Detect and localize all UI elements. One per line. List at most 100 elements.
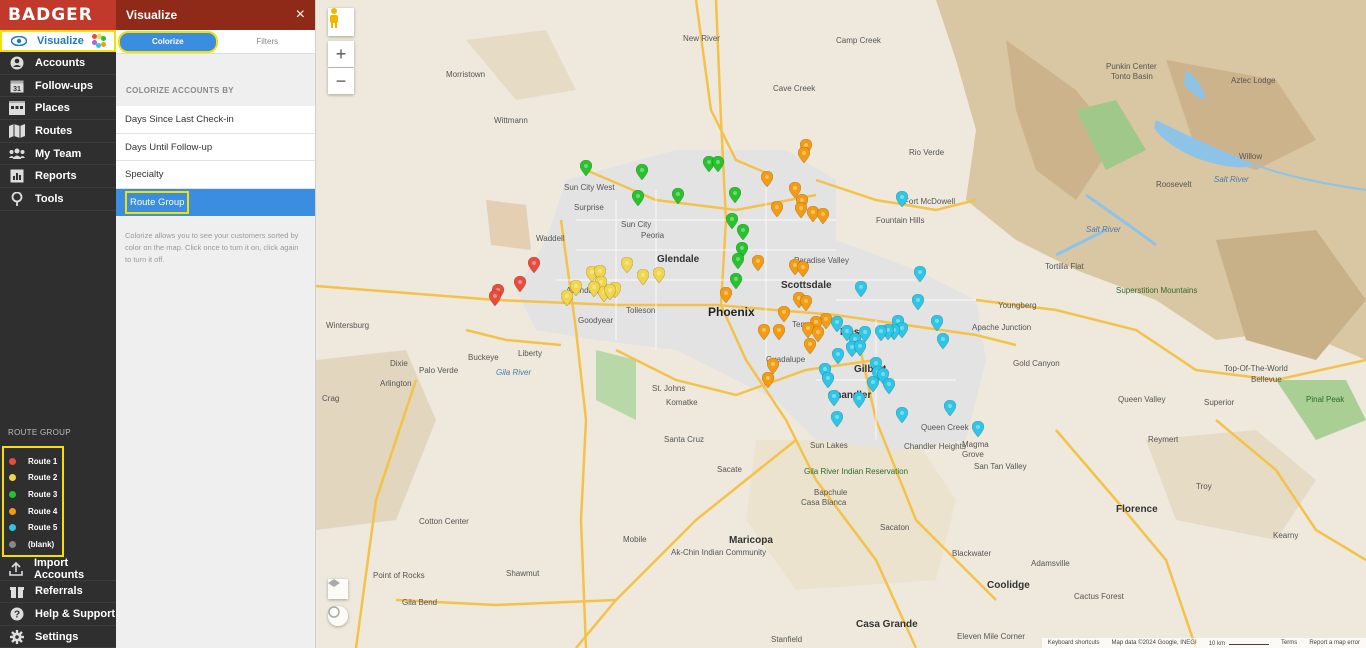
keyboard-shortcuts-link[interactable]: Keyboard shortcuts: [1048, 640, 1100, 646]
nav-item-label: Tools: [35, 192, 64, 205]
account-map-pin[interactable]: [798, 147, 810, 163]
colorize-option-route-group[interactable]: Route Group: [116, 188, 315, 216]
map-place-label: Pinal Peak: [1306, 395, 1345, 404]
terms-link[interactable]: Terms: [1281, 640, 1297, 646]
map-place-label: Wittmann: [494, 116, 528, 125]
nav-item-import-accounts[interactable]: Import Accounts: [0, 557, 116, 581]
account-map-pin[interactable]: [752, 255, 764, 271]
account-map-pin[interactable]: [712, 156, 724, 172]
account-map-pin[interactable]: [855, 281, 867, 297]
account-map-pin[interactable]: [896, 407, 908, 423]
map-place-label: Surprise: [574, 203, 604, 212]
map-place-label: Buckeye: [468, 353, 499, 362]
zoom-in-button[interactable]: +: [328, 41, 354, 67]
map-place-label: Cave Creek: [773, 84, 816, 93]
legend-item[interactable]: (blank): [4, 536, 62, 553]
legend-item[interactable]: Route 5: [4, 519, 62, 536]
account-map-pin[interactable]: [514, 276, 526, 292]
layers-icon[interactable]: [328, 579, 348, 599]
map-place-label: San Tan Valley: [974, 462, 1027, 471]
account-map-pin[interactable]: [854, 340, 866, 356]
account-map-pin[interactable]: [912, 294, 924, 310]
account-map-pin[interactable]: [804, 338, 816, 354]
account-map-pin[interactable]: [817, 208, 829, 224]
nav-item-accounts[interactable]: Accounts: [0, 52, 116, 75]
account-map-pin[interactable]: [761, 171, 773, 187]
nav-item-referrals[interactable]: Referrals: [0, 581, 116, 604]
account-map-pin[interactable]: [797, 261, 809, 277]
account-map-pin[interactable]: [771, 201, 783, 217]
street-view-pegman-icon[interactable]: [328, 8, 354, 36]
colorize-option-specialty[interactable]: Specialty: [116, 161, 315, 189]
map-icon: [8, 123, 26, 138]
account-map-pin[interactable]: [867, 376, 879, 392]
report-map-error-link[interactable]: Report a map error: [1309, 640, 1360, 646]
account-map-pin[interactable]: [732, 253, 744, 269]
account-map-pin[interactable]: [580, 160, 592, 176]
account-map-pin[interactable]: [931, 315, 943, 331]
location-icon[interactable]: [328, 606, 348, 626]
colorize-option-days-until-follow-up[interactable]: Days Until Follow-up: [116, 134, 315, 161]
account-map-pin[interactable]: [937, 333, 949, 349]
account-map-pin[interactable]: [720, 287, 732, 303]
account-map-pin[interactable]: [944, 400, 956, 416]
account-map-pin[interactable]: [778, 306, 790, 322]
nav-item-follow-ups[interactable]: 31 Follow-ups: [0, 75, 116, 98]
help-icon: ?: [8, 607, 26, 621]
nav-item-routes[interactable]: Routes: [0, 120, 116, 143]
tab-colorize[interactable]: Colorize: [118, 30, 218, 53]
account-map-pin[interactable]: [832, 348, 844, 364]
account-map-pin[interactable]: [800, 295, 812, 311]
zoom-out-button[interactable]: −: [328, 68, 354, 94]
legend-item[interactable]: Route 2: [4, 470, 62, 487]
account-map-pin[interactable]: [672, 188, 684, 204]
legend-item[interactable]: Route 1: [4, 453, 62, 470]
account-map-pin[interactable]: [561, 290, 573, 306]
account-map-pin[interactable]: [914, 266, 926, 282]
nav-item-visualize[interactable]: Visualize: [0, 30, 116, 52]
legend-label: Route 5: [28, 523, 58, 533]
account-map-pin[interactable]: [758, 324, 770, 340]
map-place-label: Palo Verde: [419, 366, 459, 375]
account-map-pin[interactable]: [883, 378, 895, 394]
account-map-pin[interactable]: [653, 267, 665, 283]
account-map-pin[interactable]: [828, 390, 840, 406]
account-map-pin[interactable]: [489, 290, 501, 306]
account-map-pin[interactable]: [972, 421, 984, 437]
map-place-label: Magma: [962, 440, 989, 449]
map-place-label: Waddell: [536, 234, 565, 243]
gift-icon: [8, 584, 26, 599]
account-map-pin[interactable]: [636, 164, 648, 180]
account-map-pin[interactable]: [588, 281, 600, 297]
account-map-pin[interactable]: [853, 392, 865, 408]
map-place-label: Eleven Mile Corner: [957, 632, 1026, 641]
account-map-pin[interactable]: [637, 269, 649, 285]
account-map-pin[interactable]: [528, 257, 540, 273]
account-map-pin[interactable]: [729, 187, 741, 203]
account-map-pin[interactable]: [773, 324, 785, 340]
account-map-pin[interactable]: [896, 191, 908, 207]
map-scale[interactable]: 10 km: [1209, 639, 1269, 647]
account-map-pin[interactable]: [762, 372, 774, 388]
badger-logo[interactable]: BADGER: [0, 0, 116, 30]
nav-item-places[interactable]: Places: [0, 97, 116, 121]
account-map-pin[interactable]: [737, 224, 749, 240]
account-map-pin[interactable]: [875, 325, 887, 341]
legend-item[interactable]: Route 4: [4, 503, 62, 520]
account-map-pin[interactable]: [604, 284, 616, 300]
account-map-pin[interactable]: [831, 411, 843, 427]
nav-item-reports[interactable]: Reports: [0, 165, 116, 189]
account-map-pin[interactable]: [822, 372, 834, 388]
close-icon[interactable]: ×: [296, 6, 305, 24]
map-canvas[interactable]: New River Camp Creek Morristown Punkin Cent…: [316, 0, 1366, 648]
tab-filters[interactable]: Filters: [220, 31, 316, 53]
nav-item-help-support[interactable]: ? Help & Support: [0, 603, 116, 626]
account-map-pin[interactable]: [632, 190, 644, 206]
nav-item-my-team[interactable]: My Team: [0, 143, 116, 166]
account-map-pin[interactable]: [621, 257, 633, 273]
colorize-option-days-since-last-check-in[interactable]: Days Since Last Check-in: [116, 106, 315, 134]
account-map-pin[interactable]: [795, 202, 807, 218]
nav-item-settings[interactable]: Settings: [0, 626, 116, 648]
legend-item[interactable]: Route 3: [4, 486, 62, 503]
nav-item-tools[interactable]: Tools: [0, 188, 116, 211]
